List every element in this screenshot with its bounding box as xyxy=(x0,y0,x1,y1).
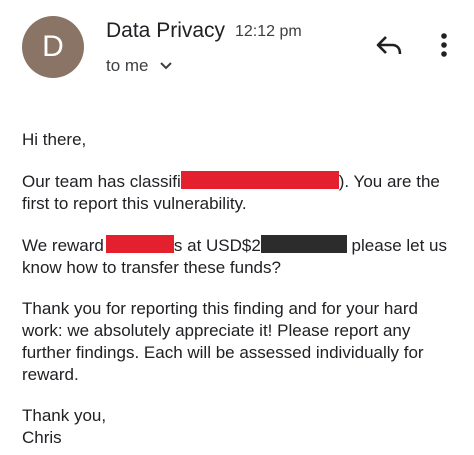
p2-mid: s at USD$2 xyxy=(173,236,261,255)
avatar[interactable]: D xyxy=(22,16,84,78)
recipient-label: to me xyxy=(106,56,149,75)
paragraph-2: We reward s at USD$2 please let us know h… xyxy=(22,235,462,279)
redaction-bar xyxy=(260,235,347,253)
reply-icon xyxy=(376,36,402,55)
p1-start: Our team has classifi xyxy=(22,172,181,191)
p2-start: We reward xyxy=(22,236,104,255)
more-options-button[interactable] xyxy=(432,30,456,60)
avatar-letter: D xyxy=(42,30,64,63)
redaction-bar xyxy=(180,171,339,189)
message-time: 12:12 pm xyxy=(235,23,302,40)
paragraph-1: Our team has classifi). You are the firs… xyxy=(22,171,462,215)
redaction-bar xyxy=(105,235,174,253)
signoff: Thank you, xyxy=(22,406,107,425)
chevron-down-icon xyxy=(159,62,172,70)
signature: Chris xyxy=(22,428,62,447)
sender-name: Data Privacy xyxy=(106,19,226,42)
paragraph-3: Thank you for reporting this finding and… xyxy=(22,299,424,384)
recipient-details-toggle[interactable]: to me xyxy=(106,56,173,76)
more-vert-icon xyxy=(441,33,447,57)
reply-button[interactable] xyxy=(373,31,405,59)
greeting: Hi there, xyxy=(22,130,87,149)
